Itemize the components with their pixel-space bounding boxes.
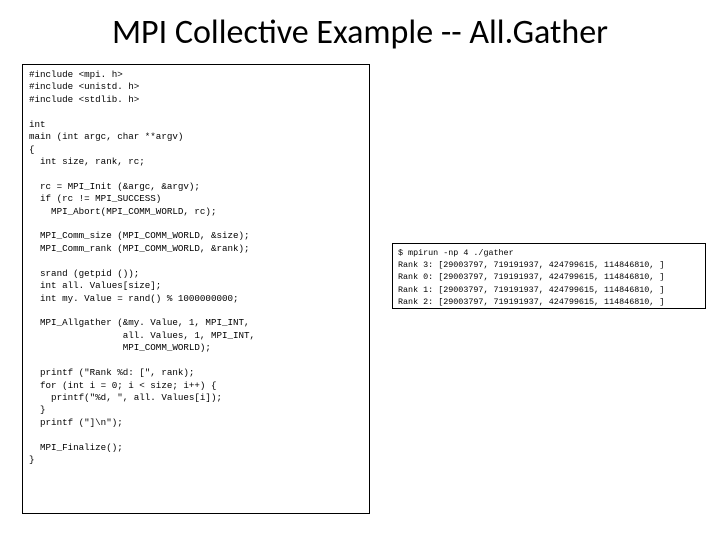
terminal-output-box: $ mpirun -np 4 ./gather Rank 3: [2900379…: [392, 243, 706, 309]
slide-title: MPI Collective Example -- All.Gather: [0, 12, 720, 53]
slide: MPI Collective Example -- All.Gather #in…: [0, 0, 720, 540]
source-code-box: #include <mpi. h> #include <unistd. h> #…: [22, 64, 370, 514]
